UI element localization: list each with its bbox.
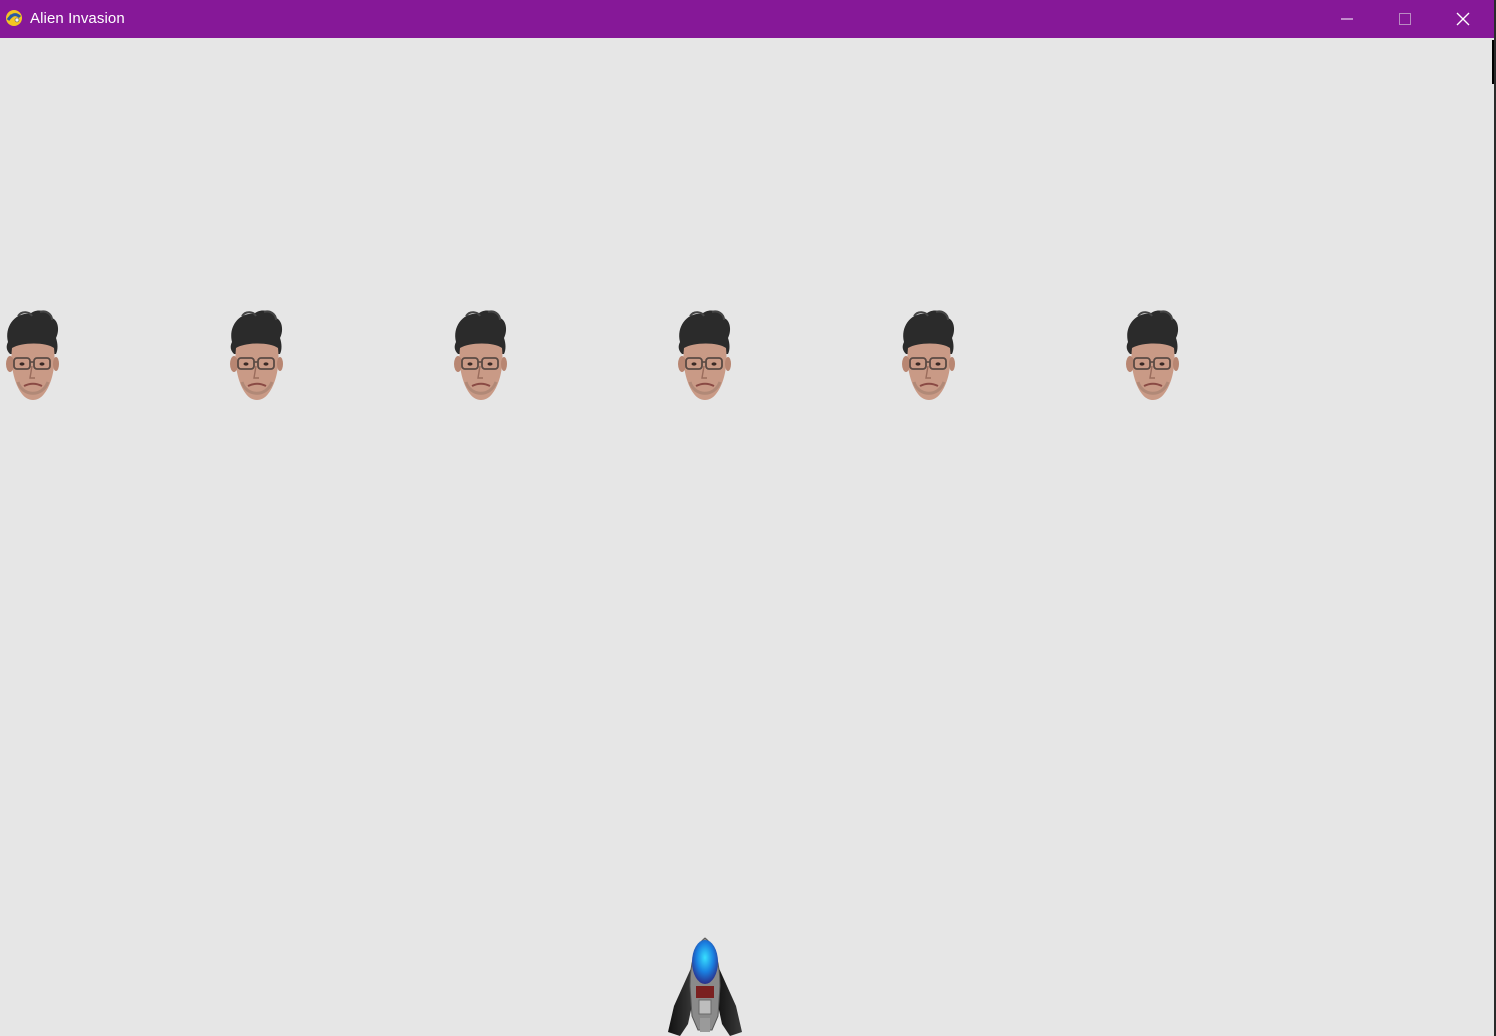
minimize-button[interactable] — [1318, 0, 1376, 38]
ship-icon — [666, 937, 744, 1036]
game-area[interactable] — [0, 38, 1494, 1036]
alien-face — [896, 310, 960, 408]
alien-1 — [0, 308, 64, 404]
alien-4 — [672, 308, 736, 404]
alien-3 — [448, 308, 512, 404]
alien-5 — [896, 308, 960, 404]
maximize-icon — [1399, 13, 1411, 25]
window-edge-shadow — [1492, 40, 1494, 84]
alien-face — [448, 310, 512, 408]
alien-face — [0, 310, 64, 408]
window-title: Alien Invasion — [30, 10, 125, 27]
alien-face — [672, 310, 736, 408]
game-window: Alien Invasion — [0, 0, 1496, 1036]
ship — [666, 936, 744, 1036]
alien-2 — [224, 308, 288, 404]
close-icon — [1456, 12, 1470, 26]
alien-6 — [1120, 308, 1184, 404]
pygame-snake-icon — [4, 8, 24, 28]
title-bar[interactable]: Alien Invasion — [0, 0, 1494, 38]
maximize-button[interactable] — [1376, 0, 1434, 38]
close-button[interactable] — [1434, 0, 1492, 38]
minimize-icon — [1341, 13, 1353, 25]
alien-face — [1120, 310, 1184, 408]
alien-face — [224, 310, 288, 408]
